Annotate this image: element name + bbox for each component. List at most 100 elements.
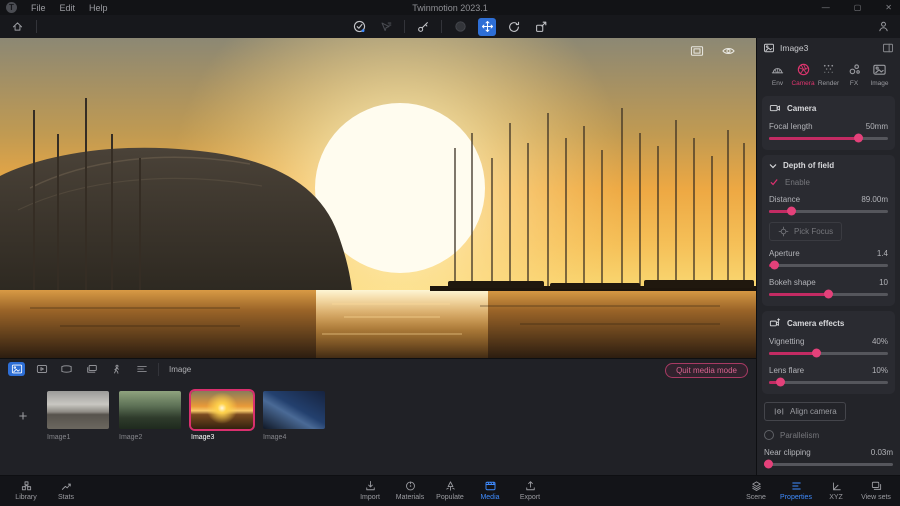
tab-camera[interactable]: Camera — [791, 62, 816, 87]
near-clipping-value: 0.03m — [871, 448, 893, 457]
presentation-media-icon[interactable] — [83, 362, 100, 376]
crosshair-icon — [778, 226, 789, 237]
dof-header[interactable]: Depth of field — [769, 161, 888, 170]
dock-label: Import — [360, 494, 380, 501]
twinmotion-logo-icon: T — [6, 2, 17, 13]
vignetting-slider[interactable] — [769, 348, 888, 358]
media-mode-label: Image — [169, 365, 191, 374]
vignetting-value: 40% — [872, 337, 888, 346]
distance-slider[interactable] — [769, 206, 888, 216]
dock-library[interactable]: Library — [6, 480, 46, 501]
vignetting-row: Vignetting 40% — [769, 337, 888, 346]
dof-section-title: Depth of field — [783, 161, 834, 170]
align-camera-button[interactable]: Align camera — [764, 402, 846, 421]
camera-effects-icon — [769, 317, 781, 329]
thumbnail-preview — [47, 391, 109, 429]
tab-fx[interactable]: FX — [842, 62, 867, 87]
close-button[interactable]: ✕ — [885, 3, 892, 12]
select-tool-icon[interactable] — [377, 18, 395, 36]
bokeh-shape-slider[interactable] — [769, 289, 888, 299]
menu-edit[interactable]: Edit — [60, 3, 76, 13]
vignetting-label: Vignetting — [769, 337, 804, 346]
move-tool-icon[interactable] — [478, 18, 496, 36]
media-thumbnail-image4[interactable]: Image4 — [263, 391, 325, 441]
stats-icon — [60, 480, 73, 492]
tab-render[interactable]: Render — [816, 62, 841, 87]
sequencer-media-icon[interactable] — [133, 362, 150, 376]
eye-icon[interactable] — [721, 45, 736, 57]
dock-import[interactable]: Import — [350, 480, 390, 501]
scale-tool-icon[interactable] — [532, 18, 550, 36]
dock-scene[interactable]: Scene — [736, 480, 776, 501]
dock-label: Stats — [58, 494, 74, 501]
menu-help[interactable]: Help — [89, 3, 108, 13]
dock-xyz[interactable]: XYZ — [816, 480, 856, 501]
thumbnail-label: Image2 — [119, 434, 181, 441]
radio-icon — [764, 430, 774, 440]
pick-focus-button[interactable]: Pick Focus — [769, 222, 842, 241]
dock-view-sets[interactable]: View sets — [856, 480, 896, 501]
aperture-slider[interactable] — [769, 260, 888, 270]
near-clipping-slider[interactable] — [764, 459, 893, 469]
probe-tool-icon[interactable] — [414, 18, 432, 36]
tab-image[interactable]: Image — [867, 62, 892, 87]
maximize-button[interactable]: ▢ — [854, 3, 862, 12]
tab-label: FX — [850, 80, 858, 87]
materials-icon — [404, 480, 417, 492]
image-media-icon[interactable] — [8, 362, 25, 376]
safe-frame-icon[interactable] — [690, 45, 704, 57]
tab-label: Env — [772, 80, 783, 87]
media-thumbnail-image2[interactable]: Image2 — [119, 391, 181, 441]
media-thumbnail-image3[interactable]: Image3 — [191, 391, 253, 441]
focal-length-row: Focal length 50mm — [769, 122, 888, 131]
menu-file[interactable]: File — [31, 3, 46, 13]
confirm-check-icon[interactable] — [350, 18, 368, 36]
panorama-media-icon[interactable] — [58, 362, 75, 376]
media-thumbnail-image1[interactable]: Image1 — [47, 391, 109, 441]
dof-enable[interactable]: Enable — [769, 177, 888, 187]
dock-label: Library — [15, 494, 36, 501]
near-clipping-row: Near clipping 0.03m — [764, 448, 893, 457]
thumbnail-preview — [263, 391, 325, 429]
toolbar-divider — [404, 20, 405, 33]
phasing-media-icon[interactable] — [108, 362, 125, 376]
quit-media-mode-button[interactable]: Quit media mode — [665, 363, 748, 378]
lens-flare-label: Lens flare — [769, 366, 804, 375]
dock-export[interactable]: Export — [510, 480, 550, 501]
image-file-icon — [763, 42, 775, 54]
panel-collapse-icon[interactable] — [882, 42, 894, 54]
distance-value: 89.00m — [861, 195, 888, 204]
sphere-tool-icon[interactable] — [451, 18, 469, 36]
main-toolbar — [0, 15, 900, 38]
dock-materials[interactable]: Materials — [390, 480, 430, 501]
export-icon — [524, 480, 537, 492]
minimize-button[interactable]: — — [822, 3, 830, 12]
thumbnail-label: Image4 — [263, 434, 325, 441]
focal-length-label: Focal length — [769, 122, 813, 131]
rotate-tool-icon[interactable] — [505, 18, 523, 36]
user-icon[interactable] — [874, 18, 892, 36]
video-media-icon[interactable] — [33, 362, 50, 376]
dock-properties[interactable]: Properties — [776, 480, 816, 501]
tab-env[interactable]: Env — [765, 62, 790, 87]
dock-label: View sets — [861, 494, 891, 501]
parallelism-toggle[interactable]: Parallelism — [757, 430, 900, 440]
dock-populate[interactable]: Populate — [430, 480, 470, 501]
dock-label: Export — [520, 494, 540, 501]
depth-of-field-section: Depth of field Enable Distance 89.00m Pi… — [762, 155, 895, 306]
dock-stats[interactable]: Stats — [46, 480, 86, 501]
lens-flare-slider[interactable] — [769, 377, 888, 387]
dock-media[interactable]: Media — [470, 480, 510, 501]
aperture-value: 1.4 — [877, 249, 888, 258]
focal-length-slider[interactable] — [769, 133, 888, 143]
camera-section: Camera Focal length 50mm — [762, 96, 895, 150]
media-toolbar-divider — [158, 363, 159, 376]
3d-viewport[interactable] — [0, 38, 756, 358]
add-media-button[interactable]: + — [13, 406, 33, 426]
title-bar: T File Edit Help Twinmotion 2023.1 — ▢ ✕ — [0, 0, 900, 15]
media-icon — [484, 480, 497, 492]
camera-section-title: Camera — [787, 104, 816, 113]
home-icon[interactable] — [8, 18, 26, 36]
media-bar: Image Quit media mode + Image1 Image2 Im… — [0, 358, 756, 475]
bokeh-shape-value: 10 — [879, 278, 888, 287]
